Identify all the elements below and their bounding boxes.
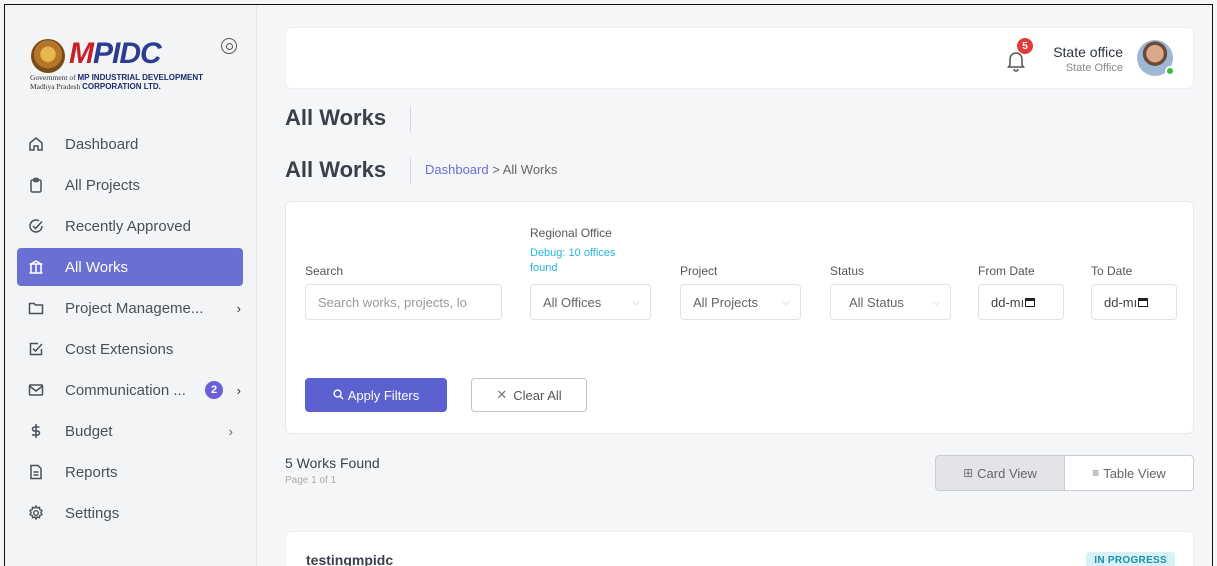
chevron-down-icon: ⌵ xyxy=(932,296,940,308)
search-icon xyxy=(333,388,344,403)
sidebar-item-settings[interactable]: Settings xyxy=(17,494,243,532)
sidebar-item-all-works[interactable]: All Works xyxy=(17,248,243,286)
apply-filters-label: Apply Filters xyxy=(347,387,420,403)
communication-badge: 2 xyxy=(205,381,223,399)
to-date-input[interactable]: dd-mı xyxy=(1091,284,1177,320)
sidebar-item-label: Reports xyxy=(65,463,118,481)
folder-icon xyxy=(27,299,45,317)
user-role: State Office xyxy=(1065,62,1123,74)
brand-name: MPIDC xyxy=(69,37,162,70)
emblem-icon xyxy=(31,39,65,73)
sidebar-item-reports[interactable]: Reports xyxy=(17,453,243,491)
sidebar-item-label: Communication ... xyxy=(65,381,186,399)
project-value: All Projects xyxy=(693,294,759,310)
sidebar-item-communication[interactable]: Communication ... 2 › xyxy=(17,371,243,409)
sidebar-item-label: Recently Approved xyxy=(65,217,191,235)
sidebar-item-label: Budget xyxy=(65,422,113,440)
to-date-value: dd-mı xyxy=(1104,294,1138,310)
work-card[interactable]: testingmpidc IN PROGRESS xyxy=(285,531,1194,566)
logo-line-1: Government of MP INDUSTRIAL DEVELOPMENT xyxy=(30,73,203,82)
chevron-down-icon: ⌵ xyxy=(782,296,790,308)
table-view-button[interactable]: ≡ Table View xyxy=(1065,455,1194,491)
breadcrumb-dashboard-link[interactable]: Dashboard xyxy=(425,162,489,177)
calendar-icon[interactable] xyxy=(1025,297,1036,307)
to-date-label: To Date xyxy=(1091,264,1133,278)
clipboard-icon xyxy=(27,176,45,194)
sidebar-collapse-icon[interactable] xyxy=(221,38,237,54)
regional-office-label: Regional Office xyxy=(530,226,612,240)
sidebar-item-cost-extensions[interactable]: Cost Extensions xyxy=(17,330,243,368)
apply-filters-button[interactable]: Apply Filters xyxy=(305,378,447,412)
regional-office-select[interactable]: All Offices ⌵ xyxy=(530,284,651,320)
sidebar-item-label: Settings xyxy=(65,504,120,522)
notification-badge: 5 xyxy=(1017,38,1033,54)
building-icon xyxy=(27,258,45,276)
sidebar-item-label: Cost Extensions xyxy=(65,340,174,358)
sidebar-item-budget[interactable]: Budget › xyxy=(17,412,243,450)
from-date-label: From Date xyxy=(978,264,1035,278)
sidebar-nav: Dashboard All Projects Recently Approved… xyxy=(17,125,243,535)
regional-office-value: All Offices xyxy=(543,294,602,310)
project-label: Project xyxy=(680,264,718,278)
grid-icon: ⊞ xyxy=(963,466,974,480)
user-name: State office xyxy=(1053,44,1123,60)
sidebar-item-label: Dashboard xyxy=(65,135,139,153)
chevron-right-icon: › xyxy=(228,423,233,439)
chevron-right-icon: › xyxy=(236,382,241,398)
sidebar-item-label: All Projects xyxy=(65,176,141,194)
view-toggle: ⊞ Card View ≡ Table View xyxy=(935,455,1194,491)
chevron-right-icon: › xyxy=(236,300,241,316)
document-icon xyxy=(27,463,45,481)
check-circle-icon xyxy=(27,217,45,235)
home-icon xyxy=(27,135,45,153)
logo-line-2: Madhya Pradesh CORPORATION LTD. xyxy=(30,82,161,91)
breadcrumb: Dashboard > All Works xyxy=(425,162,557,177)
logo[interactable]: MPIDC Government of MP INDUSTRIAL DEVELO… xyxy=(30,37,231,99)
breadcrumb-separator: > xyxy=(492,162,500,177)
close-icon: ✕ xyxy=(496,387,508,402)
clear-all-button[interactable]: ✕ Clear All xyxy=(471,378,587,412)
check-square-icon xyxy=(27,340,45,358)
results-count: 5 Works Found xyxy=(285,455,380,471)
status-select[interactable]: All Status ⌵ xyxy=(830,284,951,320)
mail-icon xyxy=(27,381,45,399)
chevron-down-icon: ⌵ xyxy=(632,296,640,308)
top-header: 5 State office State Office xyxy=(285,27,1194,89)
work-title: testingmpidc xyxy=(306,552,394,566)
list-icon: ≡ xyxy=(1092,466,1100,480)
sidebar-item-label: Project Manageme... xyxy=(65,299,204,317)
calendar-icon[interactable] xyxy=(1138,297,1149,307)
search-input[interactable]: Search works, projects, lo xyxy=(305,284,502,320)
sidebar-item-project-management[interactable]: Project Manageme... › xyxy=(17,289,243,327)
page-info: Page 1 of 1 xyxy=(285,475,337,486)
status-value: All Status xyxy=(849,294,904,310)
status-badge: IN PROGRESS xyxy=(1086,552,1175,566)
sidebar: MPIDC Government of MP INDUSTRIAL DEVELO… xyxy=(5,5,257,566)
online-status-indicator xyxy=(1165,66,1175,76)
breadcrumb-current: All Works xyxy=(502,162,558,177)
page-title: All Works xyxy=(285,105,387,130)
sidebar-item-recently-approved[interactable]: Recently Approved xyxy=(17,207,243,245)
sidebar-item-all-projects[interactable]: All Projects xyxy=(17,166,243,204)
title-divider xyxy=(410,106,411,133)
from-date-input[interactable]: dd-mı xyxy=(978,284,1064,320)
card-view-button[interactable]: ⊞ Card View xyxy=(935,455,1065,491)
filter-panel: Search Search works, projects, lo Region… xyxy=(285,201,1194,434)
title-divider xyxy=(410,158,411,185)
from-date-value: dd-mı xyxy=(991,294,1025,310)
search-label: Search xyxy=(305,264,344,278)
sidebar-item-label: All Works xyxy=(65,258,129,276)
debug-text: Debug: 10 offices found xyxy=(530,247,616,274)
status-label: Status xyxy=(830,264,865,278)
section-title: All Works xyxy=(285,157,387,182)
dollar-icon xyxy=(27,422,45,440)
table-view-label: Table View xyxy=(1103,465,1166,481)
clear-all-label: Clear All xyxy=(513,387,562,403)
sidebar-item-dashboard[interactable]: Dashboard xyxy=(17,125,243,163)
gear-icon xyxy=(27,504,45,522)
app-frame: MPIDC Government of MP INDUSTRIAL DEVELO… xyxy=(4,4,1213,566)
project-select[interactable]: All Projects ⌵ xyxy=(680,284,801,320)
card-view-label: Card View xyxy=(977,465,1037,481)
